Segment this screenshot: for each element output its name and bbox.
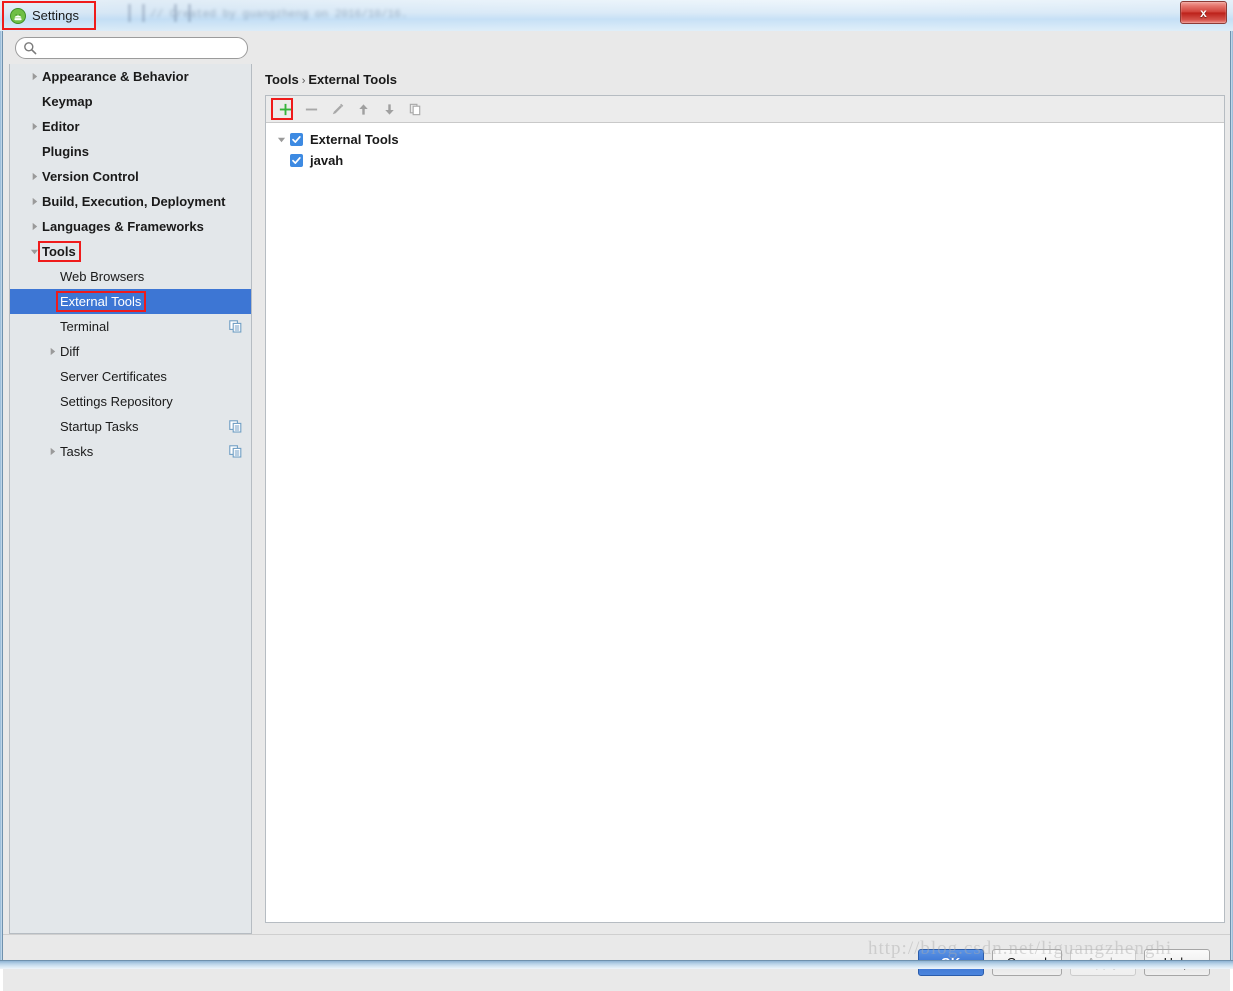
sidebar-item-appearance-behavior[interactable]: Appearance & Behavior <box>10 64 251 89</box>
tree-row-child[interactable]: javah <box>272 150 1224 171</box>
breadcrumb: Tools › External Tools <box>265 72 397 87</box>
sidebar-item-label: Web Browsers <box>60 269 145 284</box>
sidebar-item-server-certificates[interactable]: Server Certificates <box>10 364 251 389</box>
project-level-icon <box>229 445 242 458</box>
sidebar-item-label: Plugins <box>42 144 89 159</box>
arrow-down-icon <box>384 103 394 115</box>
sidebar-item-label: Version Control <box>42 169 139 184</box>
sidebar-item-label: Tools <box>42 244 76 259</box>
window-title: Settings <box>32 8 79 23</box>
window-titlebar: // Created by guangzheng on 2016/10/16. … <box>0 0 1233 32</box>
tree-root-label: External Tools <box>310 132 399 147</box>
chevron-right-icon[interactable] <box>26 64 42 89</box>
search-input[interactable] <box>15 37 248 59</box>
sidebar-item-label: Settings Repository <box>60 394 173 409</box>
sidebar-item-tasks[interactable]: Tasks <box>10 439 251 464</box>
sidebar-item-editor[interactable]: Editor <box>10 114 251 139</box>
checkbox-javah[interactable] <box>290 154 303 167</box>
sidebar-item-build-execution-deployment[interactable]: Build, Execution, Deployment <box>10 189 251 214</box>
chevron-right-icon[interactable] <box>26 189 42 214</box>
arrow-up-icon <box>358 103 368 115</box>
window-title-group: Settings <box>6 3 89 28</box>
sidebar-item-tools[interactable]: Tools <box>10 239 251 264</box>
check-icon <box>292 157 301 164</box>
minus-icon <box>305 108 317 110</box>
sidebar-item-external-tools[interactable]: External Tools <box>10 289 251 314</box>
sidebar-item-label: Languages & Frameworks <box>42 219 204 234</box>
content-panel: Tools › External Tools External Tools ja… <box>261 64 1226 934</box>
sidebar-item-label: Terminal <box>60 319 110 334</box>
tree-row-root[interactable]: External Tools <box>272 129 1224 150</box>
glass-blur-text: // Created by guangzheng on 2016/10/16. <box>150 9 408 21</box>
move-down-button[interactable] <box>378 98 400 120</box>
project-level-icon <box>229 320 242 333</box>
sidebar-item-plugins[interactable]: Plugins <box>10 139 251 164</box>
project-level-icon <box>229 420 242 433</box>
external-tools-tree[interactable]: External Tools javah <box>266 123 1224 171</box>
copy-icon <box>409 103 420 115</box>
chevron-right-icon[interactable] <box>44 339 60 364</box>
chevron-down-icon[interactable] <box>26 239 42 264</box>
pencil-icon <box>332 103 343 114</box>
sidebar-item-label: Server Certificates <box>60 369 167 384</box>
settings-category-tree[interactable]: Appearance & Behavior Keymap Editor Plugins… <box>9 64 252 934</box>
tree-child-label: javah <box>310 153 344 168</box>
window-frame-bottom <box>0 960 1233 969</box>
external-tools-panel: External Tools javah <box>265 95 1225 923</box>
sidebar-item-version-control[interactable]: Version Control <box>10 164 251 189</box>
remove-button[interactable] <box>300 98 322 120</box>
chevron-right-icon[interactable] <box>26 214 42 239</box>
add-button[interactable] <box>274 98 296 120</box>
chevron-right-icon[interactable] <box>44 439 60 464</box>
breadcrumb-separator-icon: › <box>301 75 306 87</box>
sidebar-item-keymap[interactable]: Keymap <box>10 89 251 114</box>
plus-icon <box>279 103 291 115</box>
sidebar-item-label: Build, Execution, Deployment <box>42 194 226 209</box>
sidebar-item-web-browsers[interactable]: Web Browsers <box>10 264 251 289</box>
move-up-button[interactable] <box>352 98 374 120</box>
sidebar-item-label: External Tools <box>60 294 142 309</box>
android-settings-icon <box>10 7 26 24</box>
settings-dialog-body: Appearance & Behavior Keymap Editor Plugins… <box>2 31 1231 991</box>
sidebar-item-label: Diff <box>60 344 80 359</box>
breadcrumb-parent[interactable]: Tools <box>265 72 299 87</box>
sidebar-item-startup-tasks[interactable]: Startup Tasks <box>10 414 251 439</box>
edit-button[interactable] <box>326 98 348 120</box>
check-icon <box>292 136 301 143</box>
sidebar-item-diff[interactable]: Diff <box>10 339 251 364</box>
external-tools-toolbar <box>266 96 1224 123</box>
sidebar-item-label: Keymap <box>42 94 93 109</box>
close-button[interactable]: x <box>1180 1 1227 24</box>
chevron-right-icon[interactable] <box>26 114 42 139</box>
sidebar-item-label: Tasks <box>60 444 94 459</box>
sidebar-item-label: Appearance & Behavior <box>42 69 189 84</box>
settings-window: // Created by guangzheng on 2016/10/16. … <box>0 0 1233 991</box>
sidebar-item-label: Startup Tasks <box>60 419 139 434</box>
chevron-right-icon[interactable] <box>26 164 42 189</box>
search-field-wrapper <box>15 37 248 59</box>
chevron-down-icon[interactable] <box>272 129 290 150</box>
sidebar-item-languages-frameworks[interactable]: Languages & Frameworks <box>10 214 251 239</box>
sidebar-item-settings-repository[interactable]: Settings Repository <box>10 389 251 414</box>
breadcrumb-current: External Tools <box>308 72 397 87</box>
sidebar-item-terminal[interactable]: Terminal <box>10 314 251 339</box>
copy-button[interactable] <box>404 98 426 120</box>
checkbox-root[interactable] <box>290 133 303 146</box>
sidebar-item-label: Editor <box>42 119 80 134</box>
